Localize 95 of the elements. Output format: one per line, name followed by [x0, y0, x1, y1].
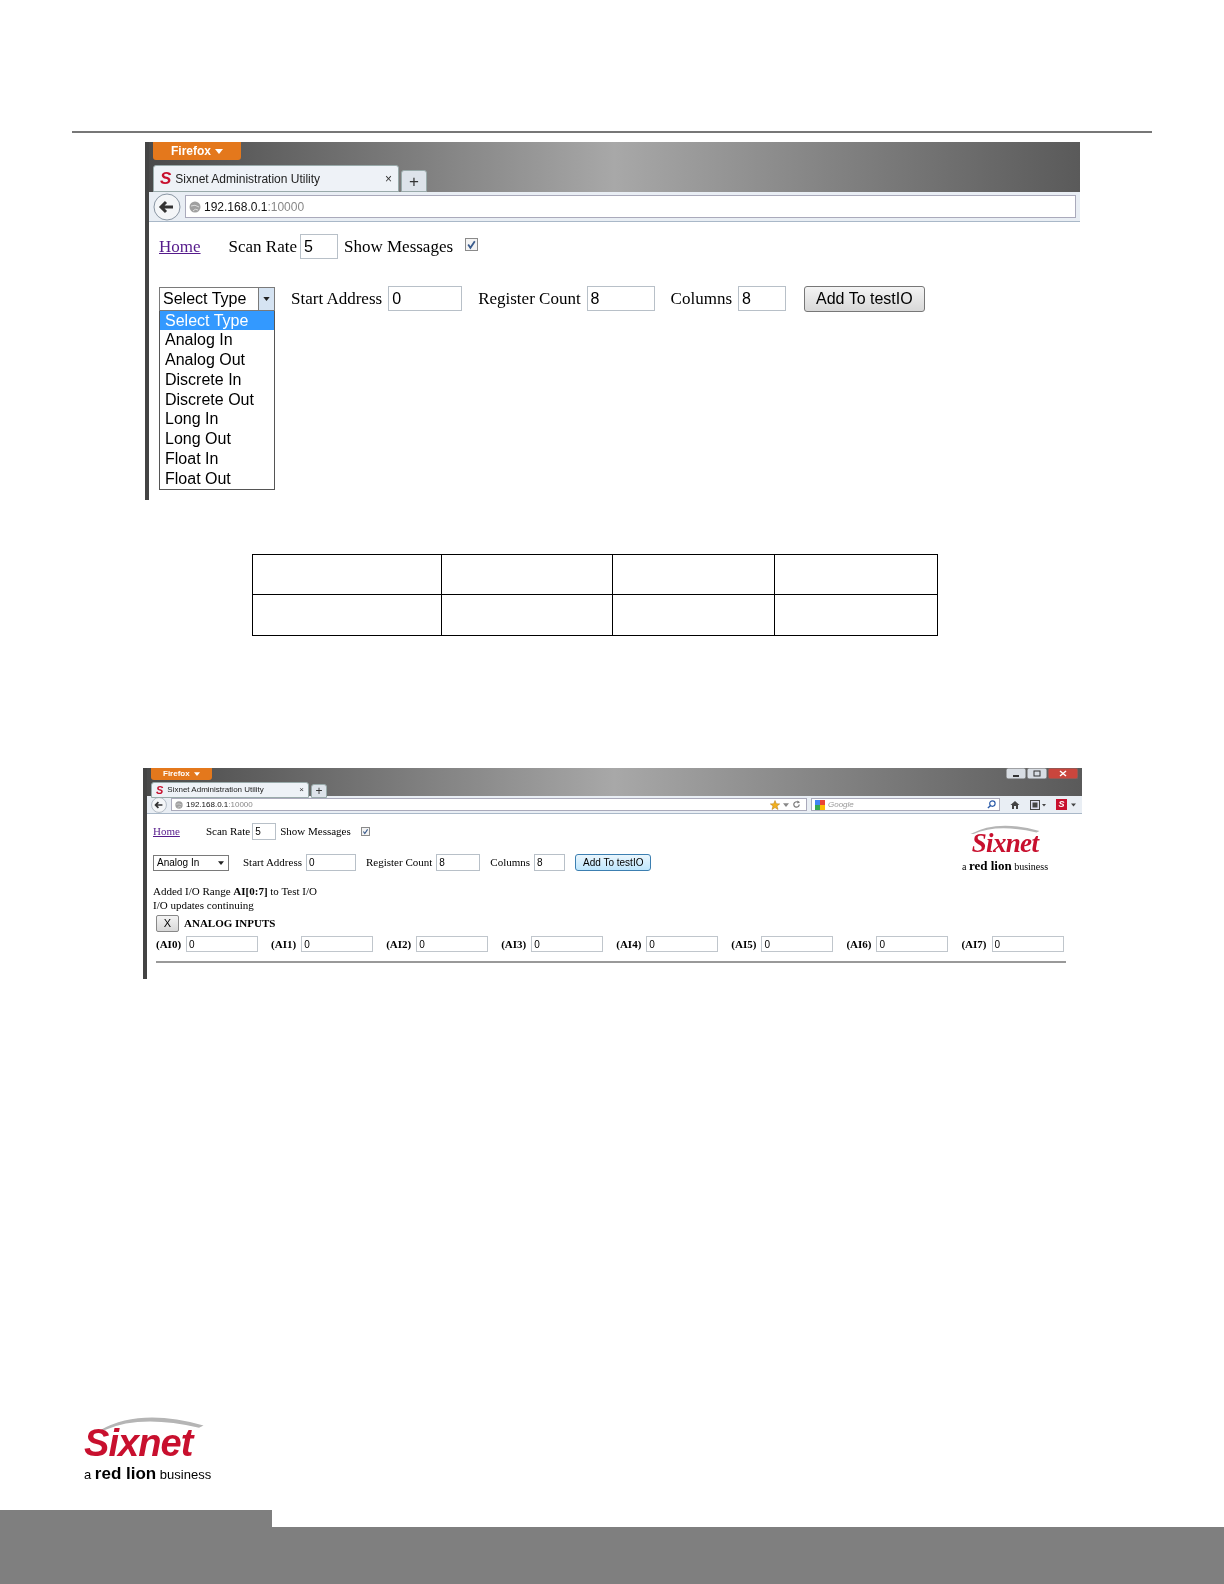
star-icon[interactable] — [770, 799, 780, 810]
restore-icon[interactable] — [1027, 768, 1047, 779]
search-icon[interactable] — [987, 800, 996, 809]
dropdown-option[interactable]: Analog In — [160, 330, 274, 351]
caret-icon — [193, 772, 200, 776]
browser-tab[interactable]: S Sixnet Administration Utility × — [151, 782, 309, 798]
tab-title: Sixnet Administration Utility — [175, 170, 322, 188]
address-bar[interactable]: 192.168.0.1:10000 — [185, 194, 1076, 219]
logo-tagline: a red lion business — [961, 859, 1049, 872]
section-title: ANALOG INPUTS — [184, 916, 276, 932]
input-label: (AI7) — [961, 937, 987, 952]
start-address-field[interactable]: 0 — [388, 286, 463, 311]
dropdown-option[interactable]: Discrete Out — [160, 389, 274, 410]
type-select[interactable]: Analog In — [153, 854, 229, 871]
show-messages-checkbox[interactable] — [360, 827, 370, 836]
show-messages-checkbox[interactable] — [465, 238, 479, 251]
caret-icon — [263, 296, 270, 301]
bookmarks-icon[interactable] — [1030, 799, 1046, 810]
add-button[interactable]: Add To testIO — [575, 854, 652, 871]
logo-wordmark: Sixnet — [84, 1424, 193, 1462]
dropdown-option[interactable]: Discrete In — [160, 369, 274, 390]
check-icon — [361, 828, 369, 835]
address-text: 192.168.0.1:10000 — [204, 198, 305, 216]
value-field[interactable]: 0 — [991, 936, 1064, 953]
caret-icon — [215, 148, 223, 154]
tab-title: Sixnet Administration Utility — [167, 784, 265, 796]
dropdown-option[interactable]: Long Out — [160, 429, 274, 450]
caret-icon[interactable] — [1071, 802, 1076, 807]
favicon: S — [156, 784, 164, 796]
start-address-label: Start Address — [291, 287, 383, 310]
value-field[interactable]: 0 — [876, 936, 949, 953]
start-address-field[interactable]: 0 — [306, 854, 356, 871]
addon-button[interactable]: S — [1056, 799, 1067, 810]
new-tab-button[interactable]: + — [311, 784, 327, 798]
columns-field[interactable]: 8 — [534, 854, 566, 871]
home-link[interactable]: Home — [153, 823, 180, 840]
value-field[interactable]: 0 — [531, 936, 604, 953]
home-icon[interactable] — [1010, 799, 1020, 810]
scan-rate-label: Scan Rate — [228, 236, 297, 258]
columns-field[interactable]: 8 — [738, 286, 786, 311]
register-count-label: Register Count — [478, 287, 581, 310]
close-icon[interactable] — [1048, 768, 1078, 779]
value-field[interactable]: 0 — [416, 936, 489, 953]
scan-rate-field[interactable]: 5 — [300, 234, 338, 260]
scan-rate-label: Scan Rate — [205, 824, 251, 840]
register-count-field[interactable]: 8 — [436, 854, 481, 871]
remove-section-button[interactable]: X — [156, 915, 179, 932]
globe-icon — [175, 800, 183, 809]
address-bar[interactable]: 192.168.0.1:10000 — [171, 797, 807, 812]
input-label: (AI3) — [501, 937, 527, 952]
register-count-label: Register Count — [366, 855, 433, 871]
new-tab-button[interactable]: + — [401, 170, 427, 192]
logo-wordmark: Sixnet — [971, 830, 1039, 857]
dropdown-option[interactable]: Float In — [160, 449, 274, 469]
input-label: (AI6) — [846, 937, 872, 952]
dropdown-option[interactable]: Float Out — [160, 468, 274, 489]
input-label: (AI1) — [271, 937, 297, 952]
search-placeholder: Google — [828, 798, 855, 811]
caret-icon[interactable] — [783, 802, 789, 807]
logo-tagline: a red lion business — [84, 1465, 212, 1482]
value-field[interactable]: 0 — [646, 936, 719, 953]
status-message: Added I/O Range AI[0:7] to Test I/O — [153, 884, 318, 898]
value-field[interactable]: 0 — [301, 936, 374, 953]
show-messages-label: Show Messages — [344, 236, 454, 258]
globe-icon — [189, 200, 201, 213]
value-field[interactable]: 0 — [761, 936, 834, 953]
back-icon[interactable] — [153, 192, 181, 221]
input-label: (AI2) — [386, 937, 412, 952]
minimize-icon[interactable] — [1006, 768, 1026, 779]
browser-tab[interactable]: S Sixnet Administration Utility × — [153, 165, 399, 192]
show-messages-label: Show Messages — [280, 824, 351, 840]
value-field[interactable]: 0 — [186, 936, 259, 953]
register-count-field[interactable]: 8 — [586, 286, 655, 311]
input-label: (AI0) — [156, 937, 182, 952]
tab-close-button[interactable]: × — [299, 786, 304, 794]
input-label: (AI4) — [616, 937, 642, 952]
status-message: I/O updates continuing — [153, 898, 255, 912]
address-text: 192.168.0.1:10000 — [186, 798, 253, 811]
type-select[interactable]: Select Type — [159, 286, 275, 311]
dropdown-option[interactable]: Long In — [160, 409, 274, 430]
home-link[interactable]: Home — [159, 234, 201, 260]
caret-icon — [218, 860, 224, 865]
check-icon — [466, 239, 478, 250]
start-address-label: Start Address — [243, 855, 302, 871]
tab-close-button[interactable]: × — [385, 172, 392, 185]
scan-rate-field[interactable]: 5 — [252, 823, 277, 840]
add-button[interactable]: Add To testIO — [804, 285, 925, 312]
columns-label: Columns — [670, 287, 732, 310]
dropdown-option[interactable]: Analog Out — [160, 350, 274, 370]
favicon: S — [160, 170, 172, 187]
search-engine-icon[interactable] — [815, 799, 825, 810]
columns-label: Columns — [490, 855, 531, 871]
back-icon[interactable] — [151, 796, 167, 813]
input-label: (AI5) — [731, 937, 757, 952]
reload-icon[interactable] — [792, 800, 801, 809]
